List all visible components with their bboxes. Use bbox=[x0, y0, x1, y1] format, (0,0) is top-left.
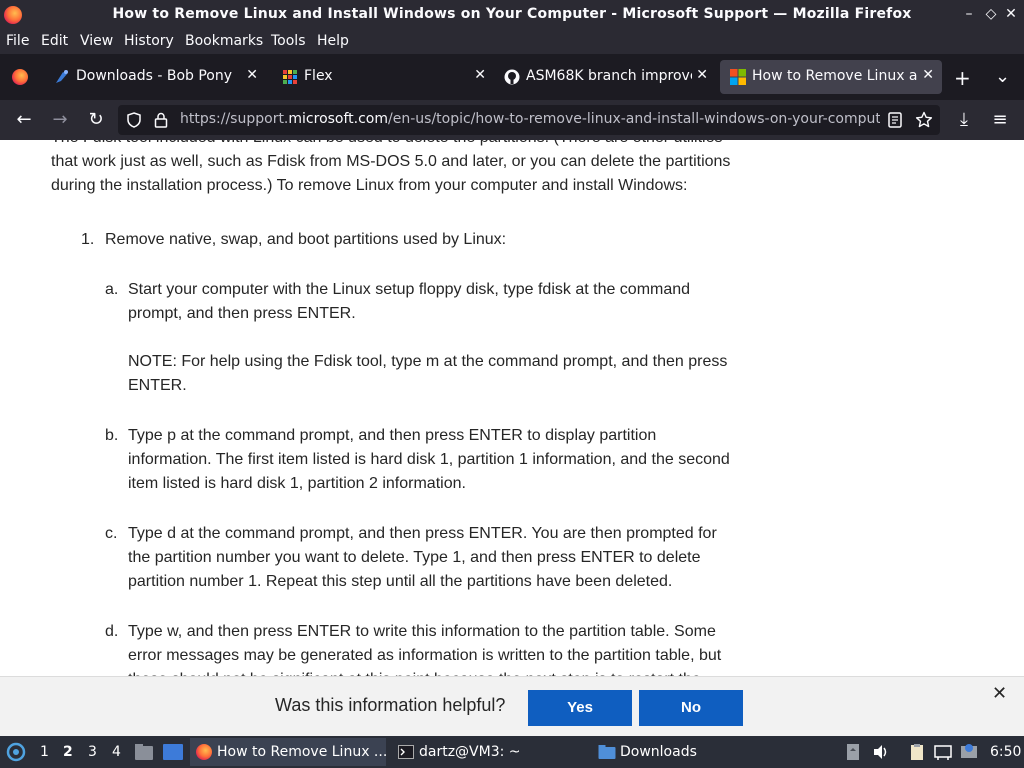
menu-bookmarks[interactable]: Bookmarks bbox=[185, 33, 263, 49]
intro-line-2: that work just as well, such as Fdisk fr… bbox=[51, 153, 731, 170]
window-title: How to Remove Linux and Install Windows … bbox=[112, 6, 912, 22]
shield-icon[interactable] bbox=[126, 112, 142, 128]
volume-icon[interactable] bbox=[872, 743, 890, 761]
step-b-line-3: item listed is hard disk 1, partition 2 … bbox=[128, 475, 466, 492]
feedback-no-button[interactable]: No bbox=[639, 690, 743, 726]
step-c-line-3: partition number 1. Repeat this step unt… bbox=[128, 573, 673, 590]
intro-line-cut: The Fdisk tool included with Linux can b… bbox=[51, 140, 722, 150]
firefox-icon bbox=[196, 744, 212, 760]
tab-asm68k[interactable]: ASM68K branch improver ✕ bbox=[494, 60, 716, 94]
note-line-2: ENTER. bbox=[128, 377, 187, 394]
feedback-yes-button[interactable]: Yes bbox=[528, 690, 632, 726]
reader-view-icon[interactable] bbox=[888, 112, 902, 128]
storage-icon[interactable] bbox=[844, 743, 862, 761]
app-menu-button[interactable]: ≡ bbox=[988, 108, 1012, 132]
workspace-1[interactable]: 1 bbox=[40, 744, 49, 760]
tab-label: ASM68K branch improver bbox=[526, 68, 692, 84]
tab-downloads-bob-pony[interactable]: Downloads - Bob Pony ✕ bbox=[44, 60, 266, 94]
taskbar-task-terminal[interactable]: dartz@VM3: ~ bbox=[392, 738, 588, 766]
tab-label: Downloads - Bob Pony bbox=[76, 68, 233, 84]
step-1-number: 1. bbox=[81, 231, 95, 248]
desktop-taskbar: 1 2 3 4 How to Remove Linux ... dartz@VM… bbox=[0, 736, 1024, 768]
taskbar-task-downloads[interactable]: Downloads bbox=[592, 738, 788, 766]
show-desktop-icon[interactable] bbox=[162, 743, 184, 761]
step-1-text: Remove native, swap, and boot partitions… bbox=[105, 231, 507, 248]
step-d-marker: d. bbox=[105, 623, 119, 640]
clock[interactable]: 6:50 bbox=[990, 744, 1021, 760]
lock-icon[interactable] bbox=[154, 112, 168, 128]
task-label: dartz@VM3: ~ bbox=[419, 744, 521, 760]
url-path: /en-us/topic/how-to-remove-linux-and-ins… bbox=[388, 111, 880, 127]
sparkle-icon bbox=[56, 70, 68, 83]
tab-flex[interactable]: Flex ✕ bbox=[272, 60, 494, 94]
menu-tools[interactable]: Tools bbox=[271, 33, 306, 49]
step-a-marker: a. bbox=[105, 281, 119, 298]
url-bar[interactable]: https://support.microsoft.com/en-us/topi… bbox=[118, 105, 940, 135]
tab-close-icon[interactable]: ✕ bbox=[696, 67, 708, 83]
workspace-4[interactable]: 4 bbox=[112, 744, 121, 760]
step-d-line-1: Type w, and then press ENTER to write th… bbox=[128, 623, 716, 640]
task-label: Downloads bbox=[620, 744, 697, 760]
list-all-tabs-button[interactable]: ⌄ bbox=[995, 66, 1010, 87]
tab-how-to-remove-linux[interactable]: How to Remove Linux an ✕ bbox=[720, 60, 942, 94]
bookmark-star-icon[interactable] bbox=[915, 111, 933, 129]
step-c-line-1: Type d at the command prompt, and then p… bbox=[128, 525, 717, 542]
feedback-banner: Was this information helpful? Yes No ✕ bbox=[0, 676, 1024, 736]
feedback-question: Was this information helpful? bbox=[275, 695, 506, 715]
task-label: How to Remove Linux ... bbox=[217, 744, 388, 760]
new-tab-button[interactable]: + bbox=[954, 66, 971, 90]
network-icon[interactable] bbox=[934, 743, 952, 761]
step-c-line-2: the partition number you want to delete.… bbox=[128, 549, 701, 566]
downloads-button[interactable]: ⤓ bbox=[952, 108, 976, 132]
reload-button[interactable]: ↻ bbox=[84, 108, 108, 132]
window-titlebar: How to Remove Linux and Install Windows … bbox=[0, 0, 1024, 30]
step-b-line-1: Type p at the command prompt, and then p… bbox=[128, 427, 657, 444]
feedback-close-button[interactable]: ✕ bbox=[992, 683, 1007, 704]
menu-view[interactable]: View bbox=[80, 33, 113, 49]
close-window-button[interactable]: ✕ bbox=[1002, 5, 1020, 23]
firefox-view-icon[interactable] bbox=[12, 69, 28, 85]
note-line-1: NOTE: For help using the Fdisk tool, typ… bbox=[128, 353, 728, 370]
step-c-marker: c. bbox=[105, 525, 118, 542]
step-b-line-2: information. The first item listed is ha… bbox=[128, 451, 730, 468]
folder-icon bbox=[598, 745, 616, 759]
navigation-toolbar: ← → ↻ https://support.microsoft.com/en-u… bbox=[0, 100, 1024, 140]
notification-icon[interactable] bbox=[960, 743, 978, 761]
clipboard-icon[interactable] bbox=[908, 743, 926, 761]
menu-edit[interactable]: Edit bbox=[41, 33, 68, 49]
step-a-line-1: Start your computer with the Linux setup… bbox=[128, 281, 691, 298]
workspace-3[interactable]: 3 bbox=[88, 744, 97, 760]
url-text[interactable]: https://support.microsoft.com/en-us/topi… bbox=[180, 111, 880, 127]
taskbar-task-firefox[interactable]: How to Remove Linux ... bbox=[190, 738, 388, 766]
workspace-2[interactable]: 2 bbox=[63, 744, 73, 760]
step-d-line-2: error messages may be generated as infor… bbox=[128, 647, 722, 664]
intro-line-3: during the installation process.) To rem… bbox=[51, 177, 688, 194]
start-menu-icon[interactable] bbox=[6, 742, 26, 762]
file-manager-icon[interactable] bbox=[134, 743, 154, 761]
tab-close-icon[interactable]: ✕ bbox=[246, 67, 258, 83]
menu-file[interactable]: File bbox=[6, 33, 29, 49]
tab-close-icon[interactable]: ✕ bbox=[922, 67, 934, 83]
menu-help[interactable]: Help bbox=[317, 33, 349, 49]
microsoft-icon bbox=[730, 69, 746, 85]
maximize-button[interactable]: ◇ bbox=[982, 5, 1000, 23]
menu-history[interactable]: History bbox=[124, 33, 174, 49]
tab-strip: Downloads - Bob Pony ✕ Flex ✕ ASM68K bra… bbox=[0, 54, 1024, 100]
terminal-icon bbox=[398, 745, 414, 759]
github-icon bbox=[504, 69, 520, 85]
forward-button[interactable]: → bbox=[48, 108, 72, 132]
back-button[interactable]: ← bbox=[12, 108, 36, 132]
url-domain: microsoft.com bbox=[288, 111, 389, 127]
tab-label: How to Remove Linux an bbox=[752, 68, 918, 84]
tab-close-icon[interactable]: ✕ bbox=[474, 67, 486, 83]
url-prefix: https://support. bbox=[180, 111, 289, 127]
menu-bar: File Edit View History Bookmarks Tools H… bbox=[0, 30, 1024, 54]
tab-label: Flex bbox=[304, 68, 333, 84]
article-content: The Fdisk tool included with Linux can b… bbox=[0, 140, 1024, 676]
flex-grid-icon bbox=[283, 70, 297, 84]
step-d-line-3: these should not be significant at this … bbox=[128, 668, 701, 676]
step-b-marker: b. bbox=[105, 427, 119, 444]
minimize-button[interactable]: – bbox=[960, 5, 978, 23]
step-a-line-2: prompt, and then press ENTER. bbox=[128, 305, 356, 322]
